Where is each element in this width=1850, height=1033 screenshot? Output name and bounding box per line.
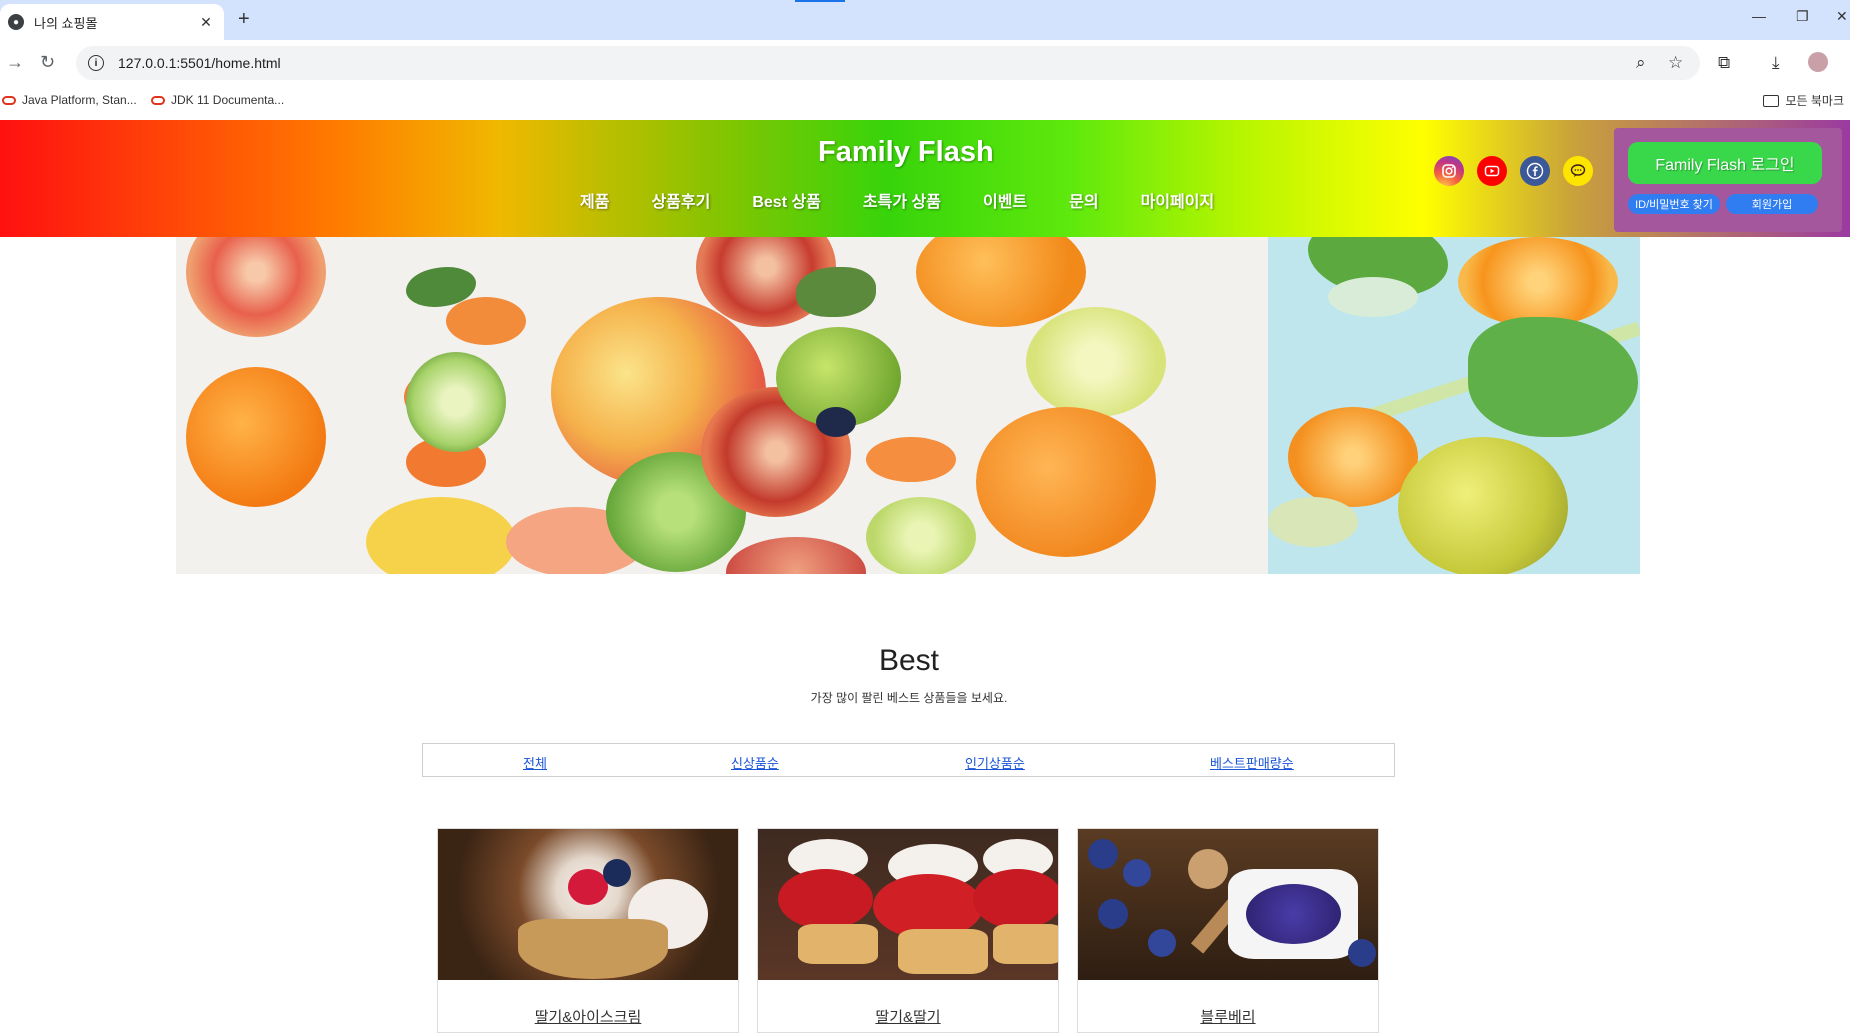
product-card[interactable]: 블루베리	[1077, 828, 1379, 1033]
bookmark-label: JDK 11 Documenta...	[171, 93, 285, 107]
brand-title[interactable]: Family Flash	[818, 136, 994, 169]
best-subtitle: 가장 많이 팔린 베스트 상품들을 보세요.	[810, 691, 1008, 705]
product-image[interactable]	[758, 829, 1058, 980]
tab-title: 나의 쇼핑몰	[34, 15, 98, 31]
close-tab-icon[interactable]: ✕	[196, 14, 216, 31]
tab-strip-indicator	[795, 0, 845, 2]
filter-all[interactable]: 전체	[523, 753, 547, 772]
zoom-icon[interactable]: ⌕	[1636, 53, 1646, 73]
bookmark-java[interactable]: Java Platform, Stan...	[2, 93, 137, 107]
reload-icon[interactable]: ↻	[40, 52, 55, 73]
hero-banner-fruits	[176, 237, 1268, 574]
sort-filter-bar: 전체 신상품순 인기상품순 베스트판매량순	[422, 743, 1395, 777]
nav-special[interactable]: 초특가 상품	[863, 188, 941, 212]
product-image[interactable]	[1078, 829, 1378, 980]
minimize-icon[interactable]: —	[1752, 8, 1766, 24]
nav-events[interactable]: 이벤트	[983, 188, 1027, 212]
bookmark-jdk[interactable]: JDK 11 Documenta...	[151, 93, 284, 107]
youtube-icon[interactable]	[1477, 156, 1507, 186]
nav-products[interactable]: 제품	[580, 188, 609, 212]
new-tab-icon[interactable]: +	[238, 8, 250, 31]
close-window-icon[interactable]: ✕	[1836, 8, 1848, 25]
oracle-icon	[151, 95, 165, 105]
browser-toolbar: → ↻ i 127.0.0.1:5501/home.html ⌕ ☆ ⧉ ⤓	[0, 40, 1850, 86]
bookmarks-bar: Java Platform, Stan... JDK 11 Documenta.…	[0, 86, 1850, 120]
browser-tab[interactable]: ● 나의 쇼핑몰 ✕	[0, 4, 224, 40]
product-name[interactable]: 딸기&딸기	[758, 1006, 1058, 1027]
product-name[interactable]: 블루베리	[1078, 1006, 1378, 1027]
best-title: Best	[878, 644, 940, 677]
restore-icon[interactable]: ❐	[1796, 8, 1809, 25]
bookmark-label: Java Platform, Stan...	[22, 93, 137, 107]
find-id-button[interactable]: ID/비밀번호 찾기	[1628, 194, 1720, 214]
instagram-icon[interactable]	[1434, 156, 1464, 186]
nav-inquiry[interactable]: 문의	[1069, 188, 1098, 212]
all-bookmarks[interactable]: 모든 북마크	[1763, 92, 1844, 109]
login-button[interactable]: Family Flash 로그인	[1628, 142, 1822, 184]
all-bookmarks-label: 모든 북마크	[1785, 94, 1844, 108]
product-card[interactable]: 딸기&딸기	[757, 828, 1059, 1033]
filter-newest[interactable]: 신상품순	[731, 753, 779, 772]
bookmark-star-icon[interactable]: ☆	[1668, 53, 1683, 73]
login-panel: Family Flash 로그인 ID/비밀번호 찾기 회원가입	[1614, 128, 1842, 232]
product-image[interactable]	[438, 829, 738, 980]
main-nav: 제품 상품후기 Best 상품 초특가 상품 이벤트 문의 마이페이지	[560, 188, 1214, 212]
hero-banner-vegetables	[1268, 237, 1640, 574]
site-header: Family Flash 제품 상품후기 Best 상품 초특가 상품 이벤트 …	[0, 120, 1850, 237]
kakaotalk-icon[interactable]	[1563, 156, 1593, 186]
url-text: 127.0.0.1:5501/home.html	[118, 55, 281, 71]
address-bar[interactable]: i 127.0.0.1:5501/home.html	[76, 46, 1700, 80]
filter-bestseller[interactable]: 베스트판매량순	[1210, 753, 1294, 772]
product-name[interactable]: 딸기&아이스크림	[438, 1006, 738, 1027]
nav-reviews[interactable]: 상품후기	[651, 188, 710, 212]
nav-mypage[interactable]: 마이페이지	[1141, 188, 1215, 212]
download-icon[interactable]: ⤓	[1772, 53, 1780, 73]
site-info-icon[interactable]: i	[88, 55, 104, 71]
extensions-icon[interactable]: ⧉	[1718, 53, 1730, 73]
globe-icon: ●	[8, 14, 24, 30]
oracle-icon	[2, 95, 16, 105]
facebook-icon[interactable]	[1520, 156, 1550, 186]
forward-icon[interactable]: →	[6, 52, 24, 73]
folder-icon	[1763, 94, 1780, 107]
profile-avatar[interactable]	[1808, 52, 1828, 72]
signup-button[interactable]: 회원가입	[1726, 194, 1818, 214]
nav-best[interactable]: Best 상품	[752, 188, 821, 212]
browser-tab-bar: ● 나의 쇼핑몰 ✕ + — ❐ ✕	[0, 0, 1850, 40]
filter-popular[interactable]: 인기상품순	[965, 753, 1025, 772]
product-card[interactable]: 딸기&아이스크림	[437, 828, 739, 1033]
